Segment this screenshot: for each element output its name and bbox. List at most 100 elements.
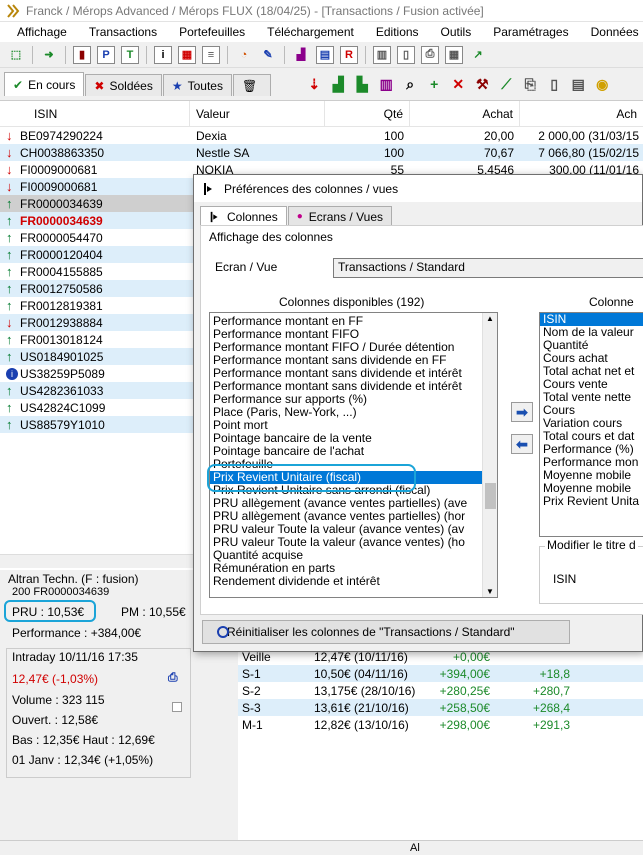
expand-icon[interactable] bbox=[172, 702, 182, 712]
isin-text: FR0000034639 bbox=[20, 196, 103, 211]
menu-telechargement[interactable]: Téléchargement bbox=[256, 25, 365, 39]
available-columns-list[interactable]: Performance montant en FF Performance mon… bbox=[209, 312, 498, 598]
selected-column-item[interactable]: Prix Revient Unita bbox=[540, 495, 643, 508]
export-icon[interactable]: ➜ bbox=[40, 46, 58, 64]
clipboard-icon[interactable]: ▯ bbox=[544, 74, 564, 94]
main-toolbar: ⬚ ➜ ▮ P T i ▦ ≡ ◔ ✎ ▟ ▤ R ▥ ▯ ⎙ ▦ ↗ bbox=[0, 42, 643, 68]
isin-text: FR0013018124 bbox=[20, 332, 103, 347]
bars-icon[interactable]: ▥ bbox=[376, 74, 396, 94]
col-header-achat[interactable]: Achat bbox=[410, 100, 520, 127]
list-icon[interactable]: ≡ bbox=[202, 45, 220, 64]
menu-affichage[interactable]: Affichage bbox=[6, 25, 78, 39]
col-header-qte[interactable]: Qté bbox=[325, 100, 410, 127]
scroll-up-icon[interactable]: ▲ bbox=[486, 314, 494, 323]
pm-value: PM : 10,55€ bbox=[121, 605, 186, 619]
pen-icon[interactable]: ✎ bbox=[259, 46, 277, 64]
history-cell-c2: 13,61€ (21/10/16) bbox=[314, 700, 409, 715]
menu-outils[interactable]: Outils bbox=[430, 25, 483, 39]
calendar-icon[interactable]: ▦ bbox=[178, 45, 196, 64]
history-row[interactable]: S-3 13,61€ (21/10/16) +258,50€ +268,4 bbox=[238, 699, 643, 716]
trend-icon[interactable]: ↗ bbox=[469, 46, 487, 64]
cell-isin: ↓ FI0009000681 bbox=[0, 162, 190, 177]
available-columns-scrollbar[interactable]: ▲ ▼ bbox=[482, 313, 497, 597]
remove-column-button[interactable]: ⬅ bbox=[511, 434, 533, 454]
modify-title-field[interactable]: ISIN bbox=[553, 572, 576, 586]
dialog-tabs: Colonnes ● Ecrans / Vues bbox=[200, 206, 393, 226]
news-icon[interactable]: ⎙ bbox=[168, 670, 178, 685]
section-title: Affichage des colonnes bbox=[209, 230, 333, 244]
t-icon[interactable]: T bbox=[121, 45, 139, 64]
wallet-icon[interactable]: ⬚ bbox=[7, 46, 25, 64]
scroll-down-icon[interactable]: ▼ bbox=[486, 587, 494, 596]
chart-up-icon[interactable]: ▟ bbox=[328, 74, 348, 94]
dialog-title: Préférences des colonnes / vues bbox=[224, 181, 399, 196]
p-icon[interactable]: P bbox=[97, 45, 115, 64]
tab-colonnes-label: Colonnes bbox=[227, 209, 278, 224]
position-quantity-isin: 200 FR0000034639 bbox=[12, 586, 110, 598]
open-book-icon[interactable]: ▥ bbox=[373, 45, 391, 64]
history-row[interactable]: S-1 10,50€ (04/11/16) +394,00€ +18,8 bbox=[238, 665, 643, 682]
add-column-button[interactable]: ➡ bbox=[511, 402, 533, 422]
add-icon[interactable]: + bbox=[424, 74, 444, 94]
pru-value: PRU : 10,53€ bbox=[12, 605, 85, 619]
info-icon[interactable]: i bbox=[154, 45, 172, 64]
bar-chart-icon[interactable]: ▟ bbox=[292, 46, 310, 64]
scroll-thumb[interactable] bbox=[485, 483, 496, 509]
selected-columns-list[interactable]: ISIN Nom de la valeur Quantité Cours achat T… bbox=[539, 312, 643, 537]
pie-chart-icon[interactable]: ◔ bbox=[235, 46, 253, 64]
available-columns-items: Performance montant en FF Performance mon… bbox=[210, 313, 497, 588]
document-icon[interactable]: ▤ bbox=[316, 45, 334, 64]
menu-donnees[interactable]: Données bbox=[580, 25, 643, 39]
ecran-vue-label: Ecran / Vue bbox=[215, 260, 278, 274]
tab-ecrans-vues[interactable]: ● Ecrans / Vues bbox=[287, 206, 393, 226]
reset-columns-button[interactable]: Réinitialiser les colonnes de "Transacti… bbox=[202, 620, 570, 644]
menu-portefeuilles[interactable]: Portefeuilles bbox=[168, 25, 256, 39]
isin-text: FR0012938884 bbox=[20, 315, 103, 330]
line-chart-icon[interactable]: ⟋ bbox=[496, 74, 516, 94]
coins-icon[interactable]: ◉ bbox=[592, 74, 612, 94]
table-icon[interactable]: ▦ bbox=[445, 45, 463, 64]
cell-isin: ↑ US42824C1099 bbox=[0, 400, 190, 415]
history-row[interactable]: M-1 12,82€ (13/10/16) +298,00€ +291,3 bbox=[238, 716, 643, 733]
table-row[interactable]: ↓ BE0974290224 Dexia 100 20,00 2 000,00 (31/0… bbox=[0, 127, 643, 144]
menu-transactions[interactable]: Transactions bbox=[78, 25, 168, 39]
history-row[interactable]: S-2 13,175€ (28/10/16) +280,25€ +280,7 bbox=[238, 682, 643, 699]
table-row[interactable]: ↓ CH0038863350 Nestle SA 100 70,67 7 066,80 (… bbox=[0, 144, 643, 161]
arrow-up-icon: ↑ bbox=[6, 298, 13, 313]
arrow-up-icon: ↑ bbox=[6, 400, 13, 415]
col-header-valeur[interactable]: Valeur bbox=[190, 100, 325, 127]
arrow-up-icon: ↑ bbox=[6, 247, 13, 262]
menu-parametrages[interactable]: Paramétrages bbox=[482, 25, 579, 39]
printer-icon[interactable]: ⎙ bbox=[421, 45, 439, 64]
tab-soldees[interactable]: ✖ Soldées bbox=[85, 74, 162, 96]
jan1-value: 01 Janv : 12,34€ (+1,05%) bbox=[12, 753, 154, 767]
hammer-icon[interactable]: ⚒ bbox=[472, 74, 492, 94]
cell-valeur: Nestle SA bbox=[196, 145, 250, 160]
available-column-item[interactable]: Rendement dividende et intérêt bbox=[210, 575, 497, 588]
chart-icon[interactable]: ▙ bbox=[352, 74, 372, 94]
page-icon[interactable]: ▯ bbox=[397, 45, 415, 64]
isin-text: US0184901025 bbox=[20, 349, 104, 364]
magnifier-icon[interactable]: ⌕ bbox=[400, 74, 420, 94]
cell-isin: i US38259P5089 bbox=[0, 367, 190, 381]
grid-horizontal-scrollbar[interactable] bbox=[0, 554, 193, 568]
menu-editions[interactable]: Editions bbox=[365, 25, 430, 39]
tab-colonnes[interactable]: Colonnes bbox=[200, 206, 287, 226]
r-icon[interactable]: R bbox=[340, 45, 358, 64]
sort-down-icon[interactable]: ⇣ bbox=[304, 74, 324, 94]
col-header-isin[interactable]: ISIN bbox=[0, 100, 190, 127]
isin-text: US88579Y1010 bbox=[20, 417, 105, 432]
tab-en-cours[interactable]: ✔ En cours bbox=[4, 72, 85, 96]
cell-isin: ↑ US4282361033 bbox=[0, 383, 190, 398]
notes-icon[interactable]: ▤ bbox=[568, 74, 588, 94]
attach-icon[interactable]: ⎘ bbox=[520, 74, 540, 94]
ecran-vue-select[interactable]: Transactions / Standard bbox=[333, 258, 643, 278]
delete-icon[interactable]: ✕ bbox=[448, 74, 468, 94]
isin-text: FR0000034639 bbox=[20, 213, 103, 228]
tab-toutes[interactable]: ★ Toutes bbox=[162, 74, 232, 96]
cell-isin: ↓ BE0974290224 bbox=[0, 128, 190, 143]
tab-trash[interactable]: 🗑 bbox=[232, 74, 272, 96]
dialog-app-icon bbox=[204, 182, 212, 195]
book-icon[interactable]: ▮ bbox=[73, 45, 91, 64]
col-header-achat-total[interactable]: Ach bbox=[520, 101, 643, 127]
